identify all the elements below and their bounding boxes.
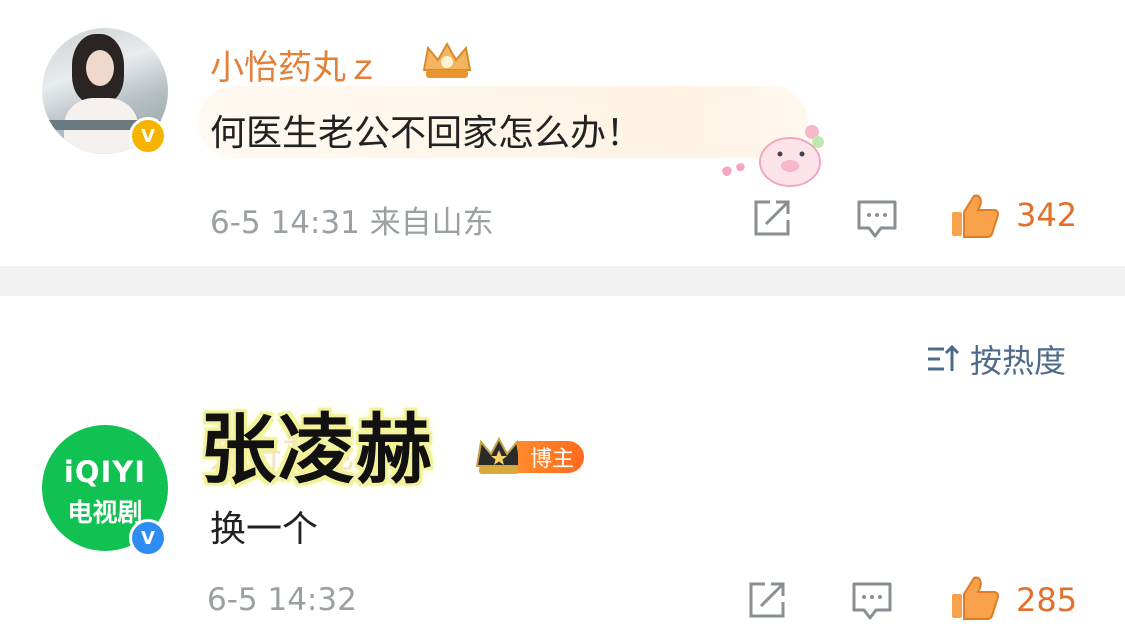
like-count: 285 <box>1016 581 1078 619</box>
like-count: 342 <box>1016 196 1078 234</box>
username[interactable]: 小怡药丸ｚ <box>210 40 380 89</box>
sort-label: 按热度 <box>970 342 1067 380</box>
verified-badge-text: V <box>141 527 155 549</box>
pig-sticker-icon <box>722 125 824 187</box>
verified-badge-icon: V <box>129 519 167 557</box>
comment-icon[interactable] <box>855 196 899 240</box>
crown-icon <box>475 436 523 474</box>
section-divider <box>0 266 1125 296</box>
avatar-face <box>86 50 114 86</box>
crown-icon <box>422 41 472 78</box>
comment-text: 何医生老公不回家怎么办！ <box>210 113 643 154</box>
comment-meta: 6-5 14:31 来自山东 <box>210 197 494 242</box>
verified-badge-icon: V <box>129 117 167 155</box>
comment-location: 来自山东 <box>369 205 494 241</box>
share-icon[interactable] <box>745 578 789 622</box>
thumbs-up-icon[interactable] <box>950 574 1000 620</box>
comment-icon[interactable] <box>850 578 894 622</box>
comment-date: 6-5 14:31 <box>210 205 360 241</box>
comment-text: 换一个 <box>210 509 319 550</box>
comment-date: 6-5 14:32 <box>207 582 357 618</box>
sort-by-hot-button[interactable]: 按热度 <box>926 339 1067 380</box>
share-icon[interactable] <box>750 196 794 240</box>
verified-badge-text: V <box>141 125 155 147</box>
avatar-logo: iQIYI <box>63 455 147 489</box>
thumbs-up-icon[interactable] <box>950 192 1000 238</box>
username-overlay[interactable]: 张凌赫 <box>200 388 434 498</box>
sort-icon <box>928 344 960 371</box>
blogger-badge: 博主 <box>518 441 585 473</box>
